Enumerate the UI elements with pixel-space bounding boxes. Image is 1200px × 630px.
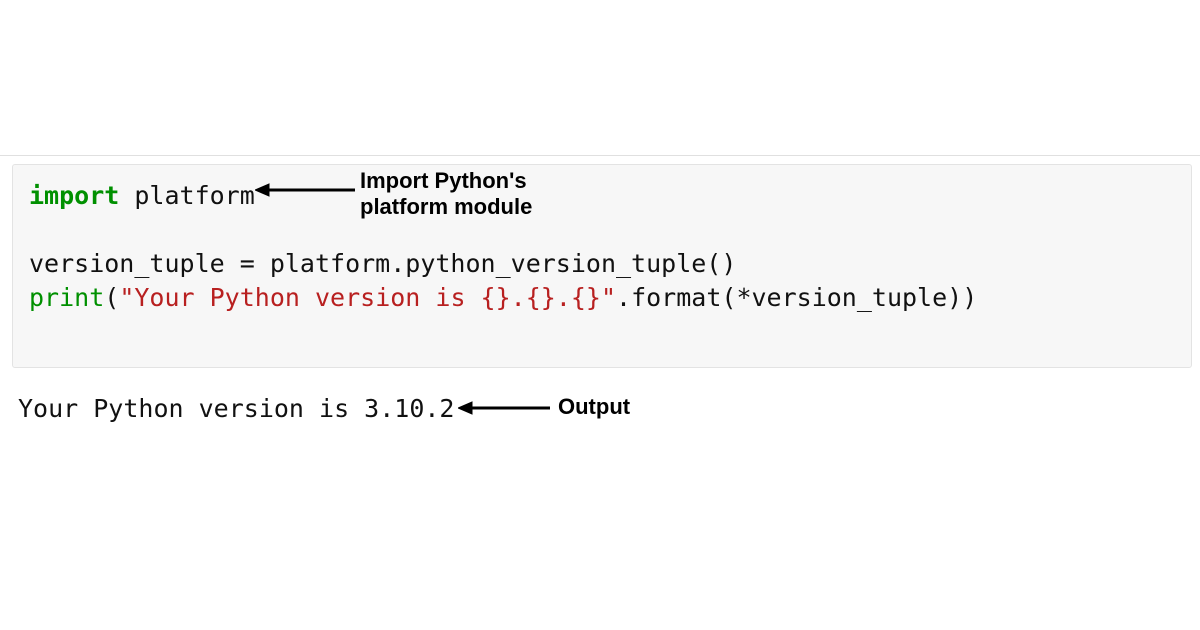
arrow-icon [255,182,355,198]
code-string-literal: "Your Python version is {}.{}.{}" [119,283,616,312]
annotation-import: Import Python's platform module [360,168,532,220]
canvas: import platform version_tuple = platform… [0,0,1200,630]
arrow-icon [458,400,550,416]
code-assignment-line: version_tuple = platform.python_version_… [29,249,736,278]
code-cell: import platform version_tuple = platform… [12,164,1192,368]
code-print-fn: print [29,283,104,312]
code-open-paren: ( [104,283,119,312]
code-format-call: .format(*version_tuple)) [616,283,977,312]
output-text: Your Python version is 3.10.2 [18,394,455,423]
code-module-name: platform [119,181,254,210]
annotation-import-line1: Import Python's [360,168,532,194]
horizontal-divider [0,155,1200,156]
annotation-import-line2: platform module [360,194,532,220]
annotation-output: Output [558,394,630,420]
code-keyword-import: import [29,181,119,210]
